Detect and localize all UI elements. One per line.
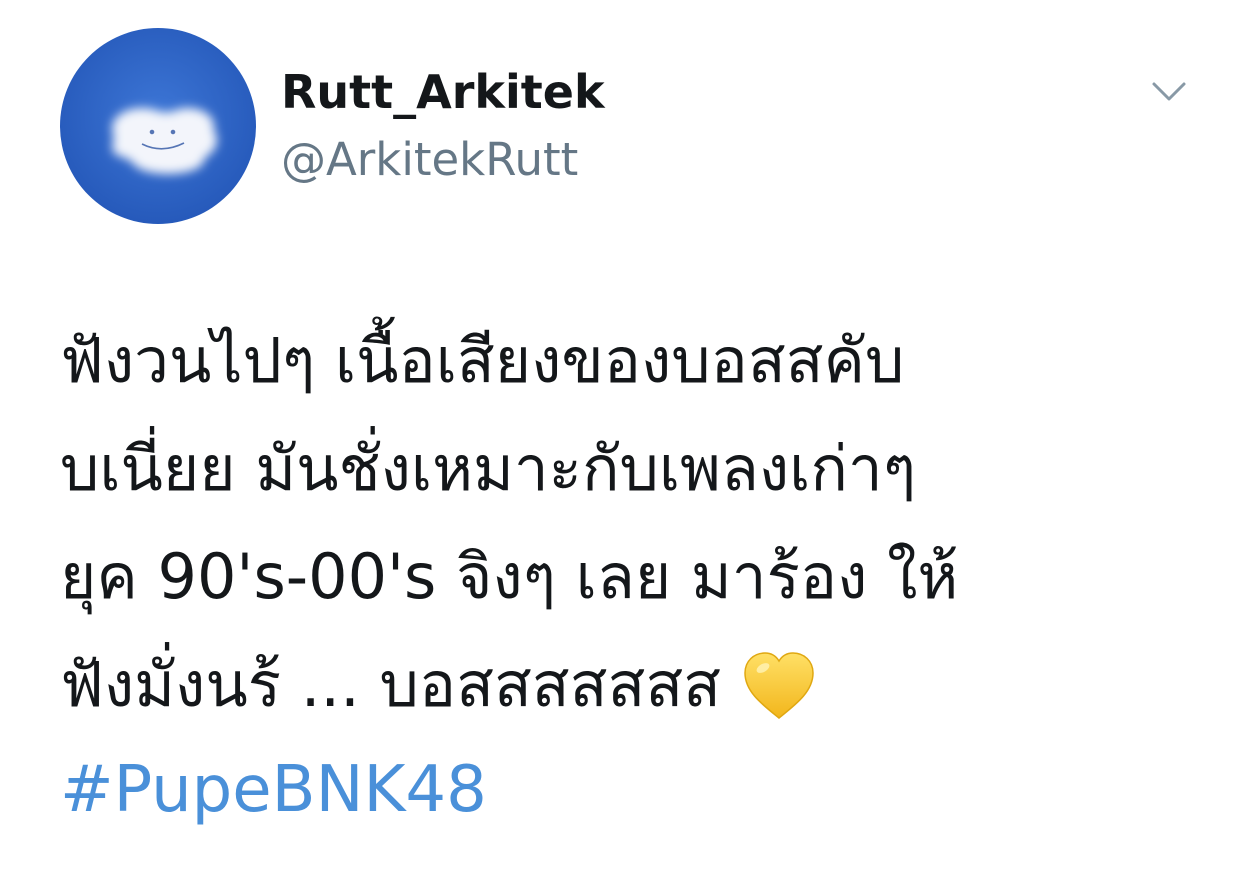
- cloud-smiley-avatar: [60, 28, 256, 224]
- chevron-down-icon[interactable]: [1146, 72, 1192, 112]
- yellow-heart-icon: [741, 647, 817, 719]
- tweet-line-with-emoji: ฟังมั่งนร้ ... บอสสสสสสส: [60, 631, 1180, 739]
- tweet-line: บเนี่ยย มันชั่งเหมาะกับเพลงเก่าๆ: [60, 432, 917, 505]
- tweet-text: ฟังวนไปๆ เนื้อเสียงของบอสสคับ บเนี่ยย มั…: [60, 307, 1180, 739]
- user-handle[interactable]: @ArkitekRutt: [281, 128, 578, 192]
- tweet-line: ยุค 90's-00's จิงๆ เลย มาร้อง ให้: [60, 540, 959, 613]
- tweet-line-text: ฟังมั่งนร้ ... บอสสสสสสส: [60, 648, 722, 721]
- avatar[interactable]: [60, 28, 256, 224]
- hashtag-link[interactable]: #PupeBNK48: [60, 748, 487, 832]
- display-name[interactable]: Rutt_Arkitek: [281, 60, 605, 124]
- tweet-line: ฟังวนไปๆ เนื้อเสียงของบอสสคับ: [60, 324, 905, 397]
